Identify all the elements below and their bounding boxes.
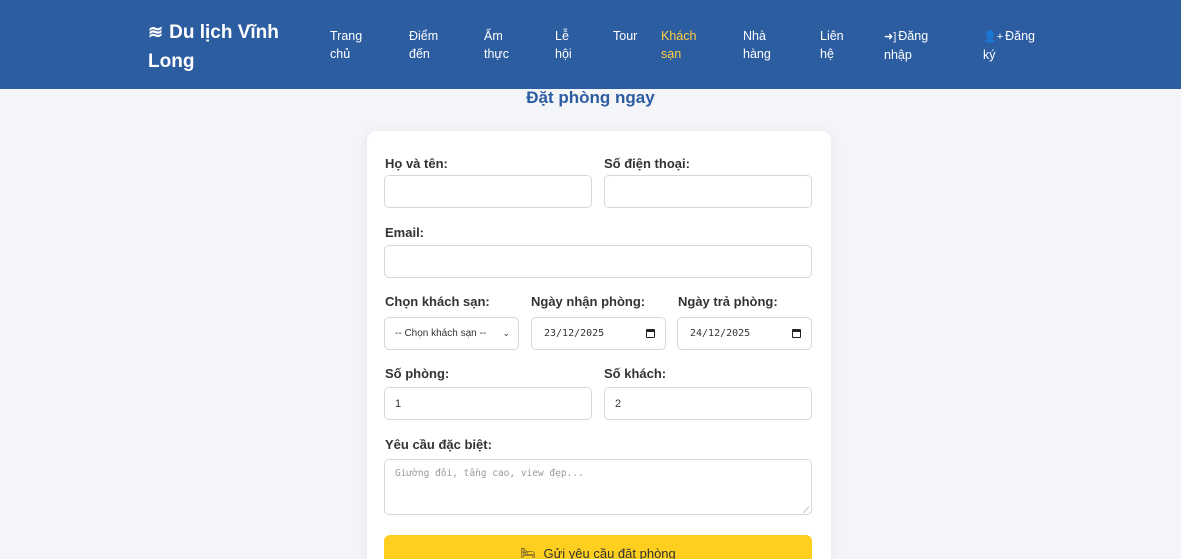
nav-item-register[interactable]: 👤+ Đăng ký <box>983 27 1035 64</box>
rooms-label: Số phòng: <box>385 366 450 381</box>
special-requests-field[interactable] <box>384 459 812 515</box>
bed-icon: 🛏 <box>520 546 536 559</box>
nav-item-cuisine[interactable]: Ẩm thực <box>484 27 509 63</box>
nav-label: thực <box>484 47 510 61</box>
checkout-date-field[interactable]: 24/12/2025 <box>677 317 812 350</box>
guests-label: Số khách: <box>604 366 667 381</box>
water-icon: ≋ <box>148 22 164 42</box>
checkin-date-field[interactable]: 23/12/2025 <box>531 317 666 350</box>
nav-label: Ẩm <box>484 29 503 43</box>
nav-item-hotels[interactable]: Khách sạn <box>661 27 696 63</box>
fullname-label: Họ và tên: <box>385 156 448 171</box>
rooms-field[interactable]: 1 <box>384 387 592 420</box>
checkin-date-value: 23/12/2025 <box>544 328 605 339</box>
hotel-label: Chọn khách sạn: <box>385 294 490 309</box>
nav-label: đến <box>409 47 430 61</box>
nav-label: nhập <box>884 48 912 62</box>
nav-label: sạn <box>661 47 682 61</box>
nav-item-contact[interactable]: Liên hệ <box>820 27 844 63</box>
page-title: Đặt phòng ngay <box>526 88 655 107</box>
nav-label: hội <box>555 47 572 61</box>
checkout-date-value: 24/12/2025 <box>690 328 751 339</box>
nav-label: Đăng <box>898 29 929 43</box>
chevron-down-icon: ⌄ <box>502 328 510 338</box>
nav-label: Liên <box>820 29 844 43</box>
calendar-icon[interactable] <box>792 329 801 338</box>
sign-in-icon: ➜] <box>884 31 897 43</box>
nav-label: hàng <box>743 47 771 61</box>
nav-label: Đăng <box>1005 29 1036 43</box>
brand-line-1: Du lịch Vĩnh <box>169 22 279 43</box>
nav-item-festivals[interactable]: Lễ hội <box>555 27 572 63</box>
guests-field[interactable]: 2 <box>604 387 812 420</box>
nav-item-restaurants[interactable]: Nhà hàng <box>743 27 771 63</box>
nav-label: chủ <box>330 47 351 61</box>
user-plus-icon: 👤+ <box>983 31 1004 43</box>
email-label: Email: <box>385 225 425 240</box>
nav-label: hệ <box>820 47 834 61</box>
guests-value: 2 <box>615 397 622 410</box>
nav-label: Khách <box>661 29 697 43</box>
site-brand[interactable]: ≋ Du lịch Vĩnh Long <box>148 18 308 76</box>
nav-item-home[interactable]: Trang chủ <box>330 27 362 63</box>
nav-item-login[interactable]: ➜] Đăng nhập <box>884 27 928 64</box>
nav-label: Nhà <box>743 29 766 43</box>
checkout-label: Ngày trả phòng: <box>678 294 778 309</box>
submit-booking-label: Gửi yêu cầu đặt phòng <box>543 546 676 559</box>
hotel-select[interactable]: -- Chọn khách sạn -- ⌄ <box>384 317 519 350</box>
hotel-select-value: -- Chọn khách sạn -- <box>395 328 487 339</box>
fullname-field[interactable] <box>384 175 592 208</box>
nav-label: Điểm <box>409 29 439 43</box>
rooms-value: 1 <box>395 397 402 410</box>
submit-booking-button[interactable]: 🛏 Gửi yêu cầu đặt phòng <box>384 535 812 559</box>
email-field[interactable] <box>384 245 812 278</box>
phone-field[interactable] <box>604 175 812 208</box>
nav-item-tour[interactable]: Tour <box>613 27 637 45</box>
phone-label: Số điện thoại: <box>604 156 690 171</box>
nav-label: Tour <box>613 29 638 43</box>
nav-label: ký <box>983 48 996 62</box>
nav-item-destinations[interactable]: Điểm đến <box>409 27 438 63</box>
top-navbar: ≋ Du lịch Vĩnh Long Trang chủ Điểm đến Ẩ… <box>0 0 1181 89</box>
brand-line-2: Long <box>148 51 195 72</box>
nav-label: Trang <box>330 29 363 43</box>
calendar-icon[interactable] <box>646 329 655 338</box>
checkin-label: Ngày nhận phòng: <box>531 294 646 309</box>
nav-label: Lễ <box>555 29 569 43</box>
resize-handle-icon[interactable]: ⟋ <box>803 505 809 516</box>
special-requests-label: Yêu cầu đặc biệt: <box>385 437 492 452</box>
